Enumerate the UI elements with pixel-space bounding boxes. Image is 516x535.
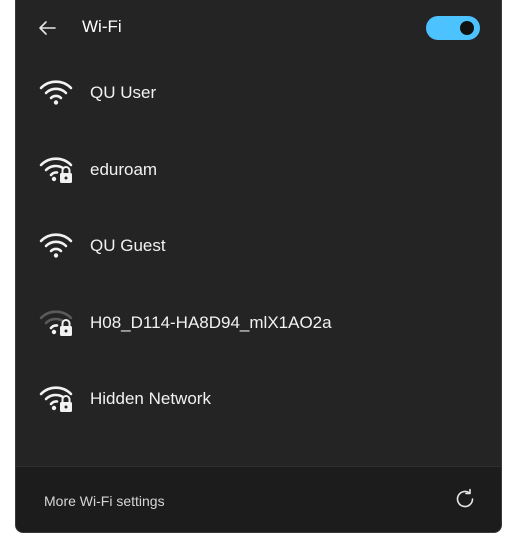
refresh-button[interactable] [453,487,477,511]
network-name: Hidden Network [90,389,211,408]
network-name: eduroam [90,159,158,179]
toggle-knob [460,21,474,35]
network-list: QU User eduroam QU Guest H08_D114-HA8D94… [16,56,501,439]
wifi-secured-icon [39,156,73,183]
page-title: Wi-Fi [82,17,122,36]
arrow-left-icon [39,21,56,35]
network-name: H08_D114-HA8D94_mlX1AO2a [90,312,332,332]
more-wifi-settings-link[interactable]: More Wi-Fi settings [44,493,165,509]
wifi-flyout-panel: Wi-Fi QU User eduroam QU Guest H08_D114-… [15,0,502,533]
network-name: QU User [90,83,157,102]
back-button[interactable] [36,15,60,41]
network-item[interactable]: eduroam [16,133,501,210]
flyout-footer: More Wi-Fi settings [16,466,501,532]
wifi-signal-full-icon [39,80,73,105]
network-item[interactable]: QU User [16,56,501,133]
network-item[interactable]: QU Guest [16,209,501,286]
wifi-secured-weak-icon [39,309,73,336]
wifi-toggle[interactable] [426,16,480,40]
wifi-header: Wi-Fi [16,0,501,56]
network-name: QU Guest [90,236,166,255]
network-item[interactable]: H08_D114-HA8D94_mlX1AO2a [16,286,501,363]
wifi-secured-icon [39,386,73,412]
refresh-icon [456,488,474,508]
network-item[interactable]: Hidden Network [16,362,501,439]
wifi-signal-full-icon [39,233,73,258]
